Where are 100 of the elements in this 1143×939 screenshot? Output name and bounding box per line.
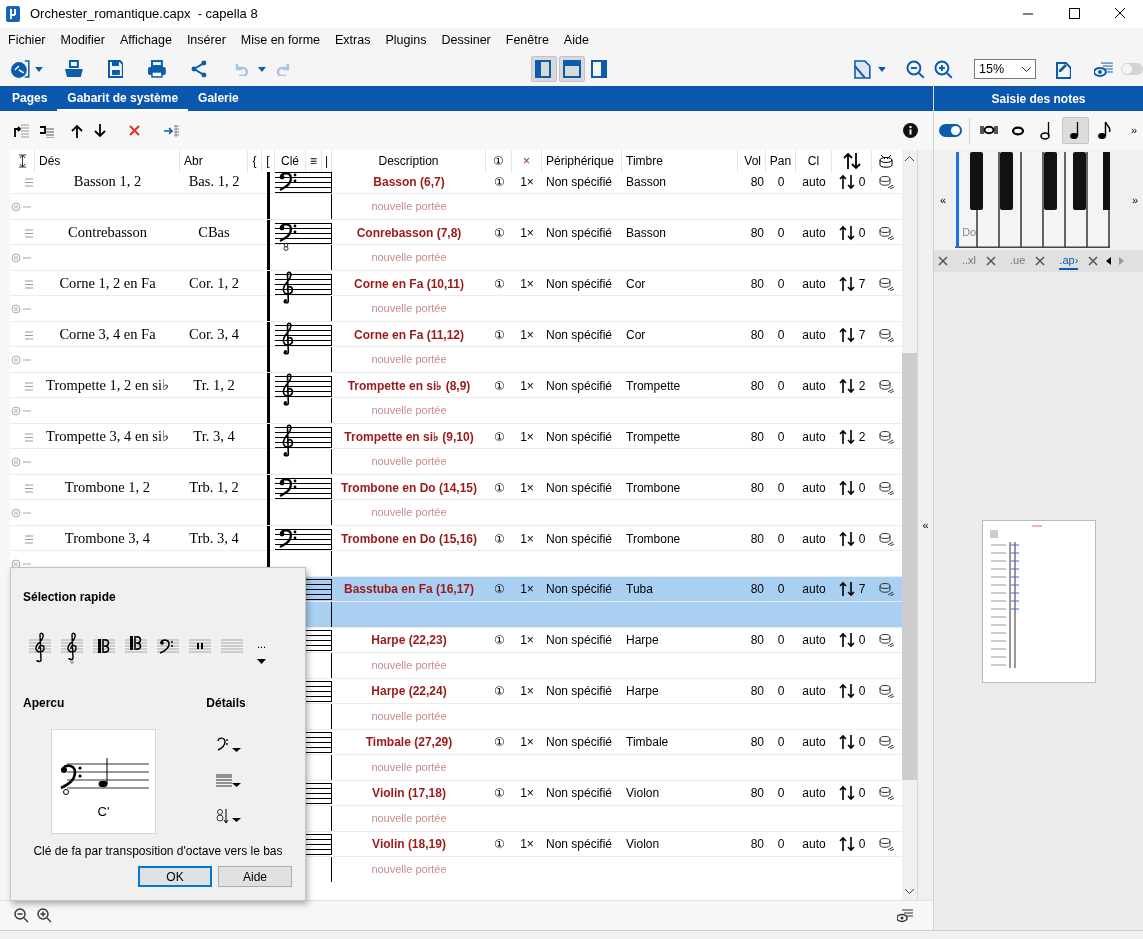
row-height-icon[interactable] [18,154,26,168]
caret-icon[interactable] [34,66,43,72]
transpose-icon[interactable] [842,152,861,170]
column-header[interactable]: { [252,152,257,170]
drag-handle-icon[interactable] [25,534,33,544]
drag-handle-icon[interactable] [25,177,33,187]
drum-icon[interactable] [878,837,894,851]
close-icon[interactable] [938,256,948,266]
drum-icon[interactable] [878,786,894,800]
edit-page-icon[interactable] [1054,59,1072,79]
zoom-in-icon[interactable] [37,908,52,923]
drag-handle-icon[interactable] [25,330,33,340]
caret-icon[interactable] [257,66,266,72]
insert-staff-handle-icon[interactable] [11,303,31,314]
treble-clef-octave-button[interactable] [61,632,83,664]
document-gear-icon[interactable] [9,59,31,79]
column-header[interactable]: Cl [807,152,820,170]
scroll-left-button[interactable]: « [940,191,947,209]
staff-lines-dropdown[interactable] [216,774,242,788]
column-header[interactable]: Abr [184,152,203,170]
scroll-left-icon[interactable] [1106,257,1112,265]
print-icon[interactable] [148,60,167,78]
staff-description[interactable]: Trombone en Do (14,15) [341,479,477,497]
column-header[interactable]: [ [266,152,270,170]
column-header[interactable]: Timbre [626,152,663,170]
arrow-down-icon[interactable] [94,123,106,138]
drum-icon[interactable] [878,735,894,749]
file-tab[interactable]: .ap› [1059,251,1079,271]
close-icon[interactable] [1035,256,1046,266]
top-panel-button[interactable] [558,56,585,82]
column-header[interactable]: × [523,152,530,170]
staff-description[interactable]: Trombone en Do (15,16) [341,530,477,548]
staff-description[interactable]: Corne en Fa (11,12) [353,326,464,344]
scrollbar-thumb[interactable] [902,353,917,780]
more-clefs-button[interactable]: ... [257,639,267,649]
open-folder-icon[interactable] [64,60,83,78]
insert-staff-handle-icon[interactable] [11,456,31,467]
tab[interactable]: Pages [2,86,58,111]
zoom-select[interactable]: 15% [974,59,1036,79]
zoom-in-icon[interactable] [934,59,954,79]
column-header[interactable]: Description [378,152,439,170]
menu-item[interactable]: Mise en forme [240,30,320,50]
octave-dropdown[interactable] [216,808,242,824]
collapse-panel-button[interactable]: « [922,516,929,534]
caret-icon[interactable] [257,659,267,664]
menu-item[interactable]: Fichier [8,30,46,50]
drum-icon[interactable] [878,328,894,342]
scroll-down-icon[interactable] [905,889,914,894]
column-header[interactable]: ≡ [310,152,317,170]
page-icon[interactable] [853,59,871,79]
eye-list-icon[interactable] [1094,60,1114,78]
staff-description[interactable]: Basson (6,7) [373,173,445,191]
scroll-right-button[interactable]: » [1131,191,1138,209]
drum-icon[interactable] [878,226,894,240]
staff-description[interactable]: Trompette en si♭ (8,9) [347,377,471,395]
bass-clef-dropdown[interactable] [216,736,242,752]
drag-handle-icon[interactable] [25,483,33,493]
page-thumbnail-drawing[interactable] [981,519,1096,683]
insert-staff-handle-icon[interactable] [11,405,31,416]
menu-item[interactable]: Aide [563,30,589,50]
insert-staff-handle-icon[interactable] [11,507,31,518]
drum-icon[interactable] [878,379,894,393]
staff-description[interactable]: Timbale (27,29) [365,733,453,751]
staff-description[interactable]: Trompette en si♭ (9,10) [344,428,474,446]
column-header[interactable]: Vol [744,152,761,170]
insert-staff-handle-icon[interactable] [11,354,31,365]
drum-icon[interactable] [878,277,894,291]
menu-item[interactable]: Modifier [60,30,105,50]
chevron-icon[interactable] [1021,66,1031,72]
drum-icon[interactable] [878,430,894,444]
indent-icon[interactable] [164,123,179,138]
toggle-switch[interactable] [1121,63,1143,75]
insert-staff-handle-icon[interactable] [11,558,31,569]
share-icon[interactable] [191,60,208,78]
treble-clef-button[interactable] [29,632,51,664]
menu-item[interactable]: Extras [335,30,371,50]
insert-staff-handle-icon[interactable] [11,252,31,263]
ok-button[interactable]: OK [138,866,212,887]
drum-icon[interactable] [878,633,894,647]
staff-description[interactable]: Violin (17,18) [372,784,446,802]
drum-icon[interactable] [878,582,894,596]
arrow-up-icon[interactable] [71,123,83,138]
drum-icon[interactable] [879,154,893,168]
file-tab[interactable]: .ue [1010,251,1026,271]
toggle-switch[interactable] [939,124,962,137]
drag-handle-icon[interactable] [25,228,33,238]
drum-icon[interactable] [878,684,894,698]
staff-description[interactable]: Basstuba en Fa (16,17) [343,580,475,598]
zoom-out-icon[interactable] [906,59,926,79]
column-header[interactable]: Clé [281,152,299,170]
close-icon[interactable] [986,256,997,266]
delete-icon[interactable] [129,125,140,136]
column-header[interactable]: ① [493,152,504,170]
staff-description[interactable]: Harpe (22,24) [371,682,447,700]
left-panel-button[interactable] [530,56,557,82]
column-header[interactable]: Périphérique [546,152,615,170]
save-icon[interactable] [107,60,124,78]
drum-icon[interactable] [878,481,894,495]
column-header[interactable]: Dés [39,152,61,170]
drag-handle-icon[interactable] [25,279,33,289]
